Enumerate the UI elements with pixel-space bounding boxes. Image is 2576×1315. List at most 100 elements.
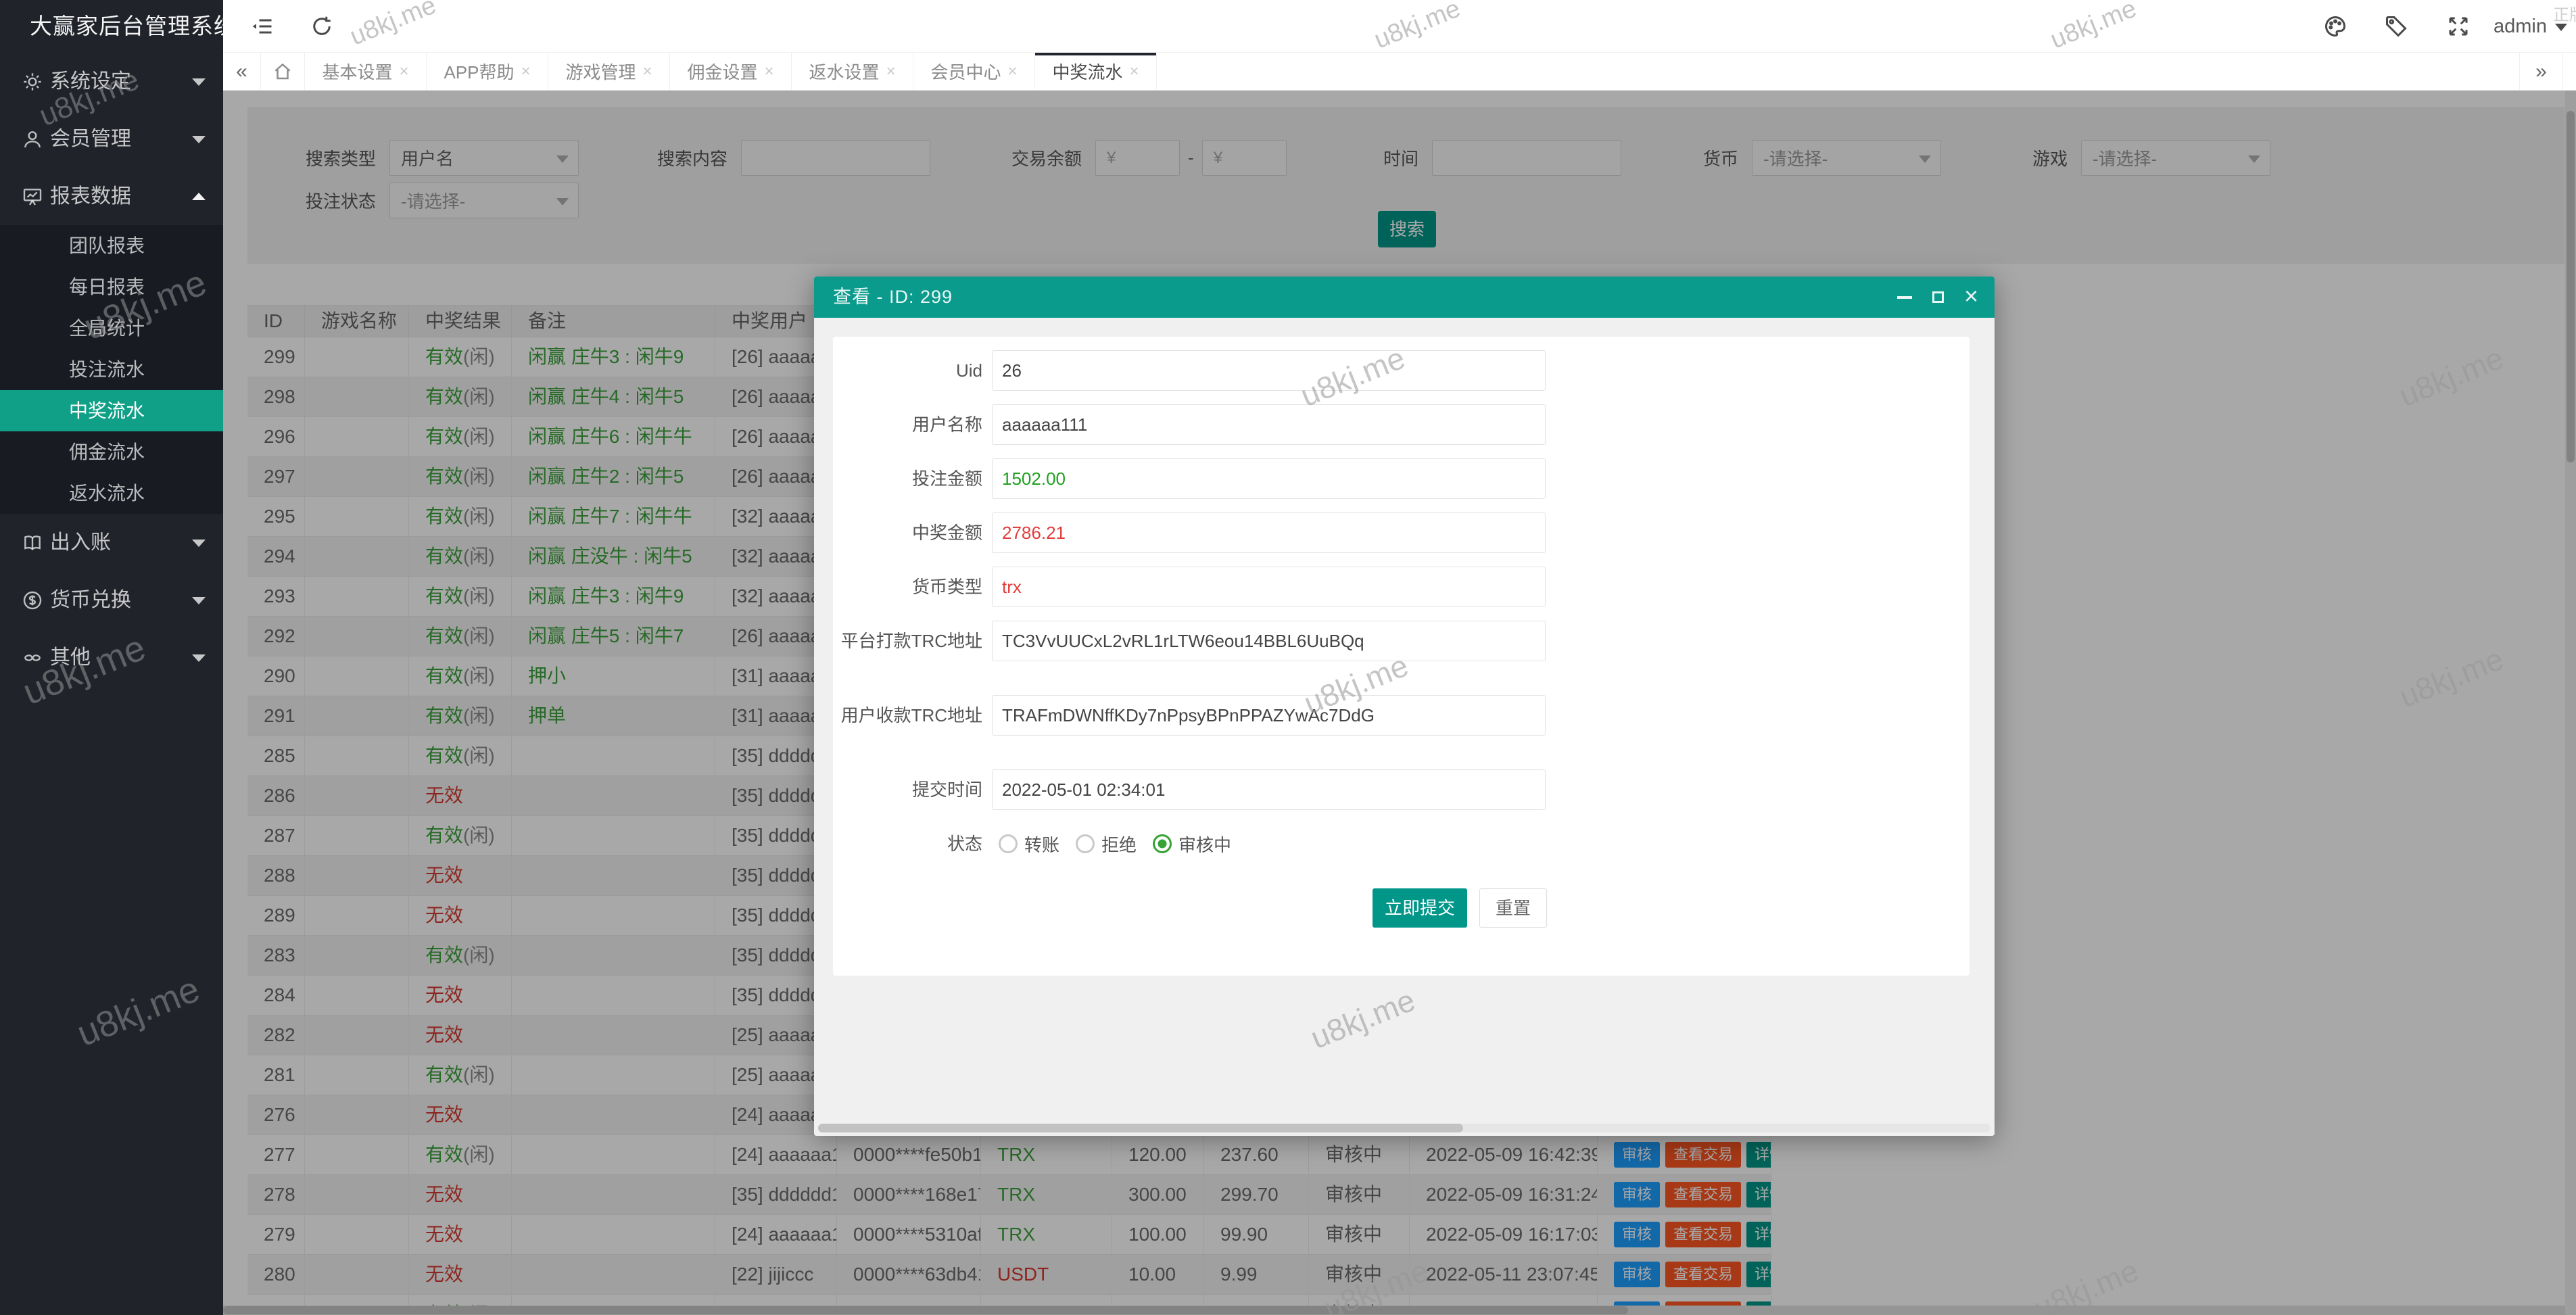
app-title: 大赢家后台管理系统 <box>30 14 223 39</box>
sidebar-group-出入账[interactable]: 出入账 <box>0 514 223 571</box>
field-input-投注金额[interactable]: 1502.00 <box>992 458 1546 499</box>
modal-field-平台打款TRC地址: 平台打款TRC地址 TC3VvUUCxL2vRL1rLTW6eou14BBL6Uu… <box>833 621 1970 661</box>
tab-label: 中奖流水 <box>1052 62 1123 82</box>
field-input-平台打款TRC地址[interactable]: TC3VvUUCxL2vRL1rLTW6eou14BBL6UuBQq <box>992 621 1546 661</box>
radio-拒绝[interactable]: 拒绝 <box>1076 832 1137 857</box>
modal-field-用户名称: 用户名称 aaaaaa111 <box>833 404 1970 445</box>
fullscreen-icon[interactable] <box>2446 14 2471 39</box>
submit-button[interactable]: 立即提交 <box>1373 888 1467 928</box>
tab-close-icon[interactable]: × <box>521 62 531 81</box>
sidebar-group-其他[interactable]: 其他 <box>0 629 223 686</box>
sidebar-item-全局统计[interactable]: 全局统计 <box>0 308 223 349</box>
field-label: 提交时间 <box>911 780 982 800</box>
modal-field-中奖金额: 中奖金额 2786.21 <box>833 512 1970 553</box>
home-icon <box>275 63 291 79</box>
sidebar-item-佣金流水[interactable]: 佣金流水 <box>0 431 223 473</box>
tab-bar: « 基本设置 × APP帮助 × 游戏管理 × 佣金设置 × 返水设置 × 会员中心 × 中奖流水 × » <box>223 53 2576 91</box>
close-icon[interactable]: × <box>1964 283 1978 308</box>
tab-close-icon[interactable]: × <box>643 62 652 81</box>
chevron-down-icon <box>192 654 206 662</box>
coin-icon <box>22 590 43 611</box>
sidebar-group-会员管理[interactable]: 会员管理 <box>0 110 223 168</box>
field-label: 投注金额 <box>911 469 982 489</box>
sidebar-group-货币兑换[interactable]: 货币兑换 <box>0 571 223 629</box>
tab-label: 基本设置 <box>322 62 393 82</box>
palette-icon[interactable] <box>2323 14 2347 39</box>
reset-button[interactable]: 重置 <box>1479 888 1547 928</box>
field-input-用户名称[interactable]: aaaaaa111 <box>992 404 1546 445</box>
sidebar-item-团队报表[interactable]: 团队报表 <box>0 225 223 266</box>
refresh-icon[interactable] <box>310 14 334 39</box>
field-label: 平台打款TRC地址 <box>840 631 982 651</box>
sidebar-item-返水流水[interactable]: 返水流水 <box>0 473 223 514</box>
tab-close-icon[interactable]: × <box>400 62 409 81</box>
tabs-scroll-right[interactable]: » <box>2519 53 2562 90</box>
chart-icon <box>22 186 43 208</box>
tab-close-icon[interactable]: × <box>765 62 774 81</box>
radio-dot-icon <box>1076 834 1095 853</box>
sidebar-group-label: 报表数据 <box>50 185 131 208</box>
tab-APP帮助[interactable]: APP帮助 × <box>427 53 548 90</box>
tab-游戏管理[interactable]: 游戏管理 × <box>548 53 670 90</box>
radio-审核中[interactable]: 审核中 <box>1153 832 1231 857</box>
field-input-货币类型[interactable]: trx <box>992 567 1546 607</box>
tab-基本设置[interactable]: 基本设置 × <box>305 53 427 90</box>
sidebar-group-label: 系统设定 <box>50 70 131 93</box>
field-input-用户收款TRC地址[interactable]: TRAFmDWNffKDy7nPpsyBPnPPAZYwAc7DdG <box>992 695 1546 736</box>
radio-dot-icon <box>1153 834 1172 853</box>
admin-label: admin <box>2494 16 2547 37</box>
tab-close-icon[interactable]: × <box>886 62 896 81</box>
status-label: 状态 <box>947 834 982 854</box>
minimize-icon[interactable] <box>1897 295 1912 299</box>
chevron-up-icon <box>192 192 206 200</box>
tag-icon[interactable] <box>2384 14 2408 39</box>
field-label: 用户收款TRC地址 <box>840 705 982 725</box>
tab-label: 佣金设置 <box>687 62 758 82</box>
field-input-Uid[interactable]: 26 <box>992 350 1546 391</box>
sidebar-group-label: 其他 <box>50 646 91 669</box>
view-record-modal: 查看 - ID: 299 × Uid 26 用户名称 aaaaaa111 投注金额 150… <box>814 277 1995 1136</box>
field-label: Uid <box>955 360 982 381</box>
tab-会员中心[interactable]: 会员中心 × <box>913 53 1035 90</box>
field-label: 中奖金额 <box>911 523 982 543</box>
field-input-提交时间[interactable]: 2022-05-01 02:34:01 <box>992 769 1546 810</box>
modal-title: 查看 - ID: 299 <box>833 287 953 307</box>
tab-返水设置[interactable]: 返水设置 × <box>792 53 913 90</box>
sidebar-group-label: 货币兑换 <box>50 589 131 611</box>
field-label: 用户名称 <box>911 414 982 435</box>
chevron-down-icon <box>192 135 206 143</box>
radio-转账[interactable]: 转账 <box>999 832 1059 857</box>
sidebar-group-系统设定[interactable]: 系统设定 <box>0 53 223 110</box>
modal-fields: Uid 26 用户名称 aaaaaa111 投注金额 1502.00 中奖金额 2786.21… <box>833 350 1970 810</box>
collapse-sidebar-icon[interactable] <box>250 14 275 39</box>
modal-horizontal-scrollbar[interactable] <box>818 1124 1990 1132</box>
sidebar-item-投注流水[interactable]: 投注流水 <box>0 349 223 390</box>
sidebar-group-label: 出入账 <box>50 531 111 554</box>
maximize-icon[interactable] <box>1932 291 1944 303</box>
tabs-menu[interactable] <box>2562 53 2576 90</box>
gear-icon <box>22 71 43 93</box>
chevron-down-icon <box>192 596 206 604</box>
status-radios: 转账 拒绝 审核中 <box>982 832 1231 857</box>
sidebar-item-中奖流水[interactable]: 中奖流水 <box>0 390 223 431</box>
modal-field-货币类型: 货币类型 trx <box>833 567 1970 607</box>
field-input-中奖金额[interactable]: 2786.21 <box>992 512 1546 553</box>
tab-home[interactable] <box>260 53 305 90</box>
scrollbar-thumb[interactable] <box>818 1124 1463 1132</box>
modal-body: Uid 26 用户名称 aaaaaa111 投注金额 1502.00 中奖金额 2786.21… <box>814 318 1995 1136</box>
modal-field-用户收款TRC地址: 用户收款TRC地址 TRAFmDWNffKDy7nPpsyBPnPPAZYwAc7… <box>833 695 1970 736</box>
sidebar-item-每日报表[interactable]: 每日报表 <box>0 266 223 308</box>
tabs-scroll-left[interactable]: « <box>223 53 260 90</box>
tab-中奖流水[interactable]: 中奖流水 × <box>1035 53 1157 90</box>
modal-field-提交时间: 提交时间 2022-05-01 02:34:01 <box>833 769 1970 810</box>
license-watermark: 正版 <box>2553 6 2576 24</box>
tab-佣金设置[interactable]: 佣金设置 × <box>670 53 792 90</box>
modal-form-card: Uid 26 用户名称 aaaaaa111 投注金额 1502.00 中奖金额 2786.21… <box>833 337 1970 976</box>
tab-close-icon[interactable]: × <box>1008 62 1018 81</box>
sidebar-group-报表数据[interactable]: 报表数据 <box>0 168 223 225</box>
sidebar: 大赢家后台管理系统 系统设定会员管理报表数据团队报表 每日报表 全局统计 投注流水 中奖… <box>0 0 223 1315</box>
tab-close-icon[interactable]: × <box>1130 62 1139 81</box>
tab-label: 会员中心 <box>930 62 1001 82</box>
modal-header: 查看 - ID: 299 × <box>814 277 1995 318</box>
radio-label: 转账 <box>1024 834 1060 855</box>
